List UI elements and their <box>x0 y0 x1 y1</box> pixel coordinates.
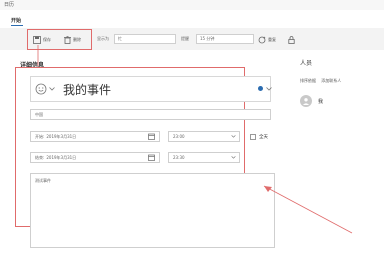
people-actions: 排序依据 添加联系人 <box>300 78 345 84</box>
smiley-icon <box>35 83 47 95</box>
repeat-label: 重复 <box>268 37 276 42</box>
all-day-checkbox[interactable] <box>250 134 256 140</box>
show-as-label: 显示为 <box>97 36 109 41</box>
event-title-text: 我的事件 <box>63 82 112 97</box>
start-date-field[interactable]: 开始: 2019年3月31日 <box>30 131 160 142</box>
person-name: 我 <box>318 98 324 105</box>
calendar-event-window: 日历 开始 保存 删除 显示为 忙 提醒 15 分钟 重复 详细信息 我的事件 … <box>0 0 384 256</box>
lock-icon <box>288 36 295 44</box>
end-date-field[interactable]: 结束: 2019年3月31日 <box>30 152 160 163</box>
title-bar: 日历 <box>0 0 384 10</box>
chevron-down-icon <box>231 156 236 159</box>
category-color-dot[interactable] <box>258 86 263 91</box>
calendar-icon <box>148 154 155 161</box>
sort-link[interactable]: 排序依据 <box>300 78 316 83</box>
start-label: 开始: <box>35 133 45 139</box>
add-contact-link[interactable]: 添加联系人 <box>321 78 341 83</box>
annotation-box-toolbar <box>27 29 92 50</box>
end-time-field[interactable]: 23:30 <box>168 152 240 163</box>
arrow-line-description <box>263 185 353 234</box>
event-title-field[interactable]: 我的事件 <box>30 76 271 102</box>
start-time-value: 23:00 <box>173 134 185 139</box>
start-date-value: 2019年3月31日 <box>46 133 77 139</box>
show-as-select[interactable]: 忙 <box>114 34 176 44</box>
end-label: 结束: <box>35 154 45 160</box>
reminder-select[interactable]: 15 分钟 <box>196 34 254 44</box>
avatar <box>300 95 312 107</box>
description-field[interactable]: 测试事件 <box>30 173 275 248</box>
location-field[interactable]: 中国 <box>30 109 271 120</box>
tab-underline <box>11 25 23 26</box>
repeat-icon <box>258 36 266 44</box>
all-day-label: 全天 <box>259 135 268 140</box>
chevron-down-icon <box>49 87 55 91</box>
private-button[interactable] <box>288 34 297 46</box>
repeat-button[interactable]: 重复 <box>258 34 276 46</box>
calendar-icon <box>148 133 155 140</box>
person-icon <box>302 98 310 105</box>
reminder-label: 提醒 <box>181 36 189 41</box>
end-time-value: 23:30 <box>173 155 185 160</box>
people-title: 人员 <box>300 60 313 67</box>
category-chevron-icon[interactable] <box>266 87 272 91</box>
window-title: 日历 <box>4 2 15 8</box>
end-date-value: 2019年3月31日 <box>46 154 77 160</box>
description-text: 测试事件 <box>35 178 51 183</box>
person-item[interactable]: 我 <box>300 95 323 107</box>
reminder-value: 15 分钟 <box>200 36 215 41</box>
start-time-field[interactable]: 23:00 <box>168 131 240 142</box>
show-as-value: 忙 <box>118 36 122 41</box>
location-text: 中国 <box>35 111 43 117</box>
chevron-down-icon <box>231 135 236 138</box>
tab-home[interactable]: 开始 <box>11 17 21 24</box>
